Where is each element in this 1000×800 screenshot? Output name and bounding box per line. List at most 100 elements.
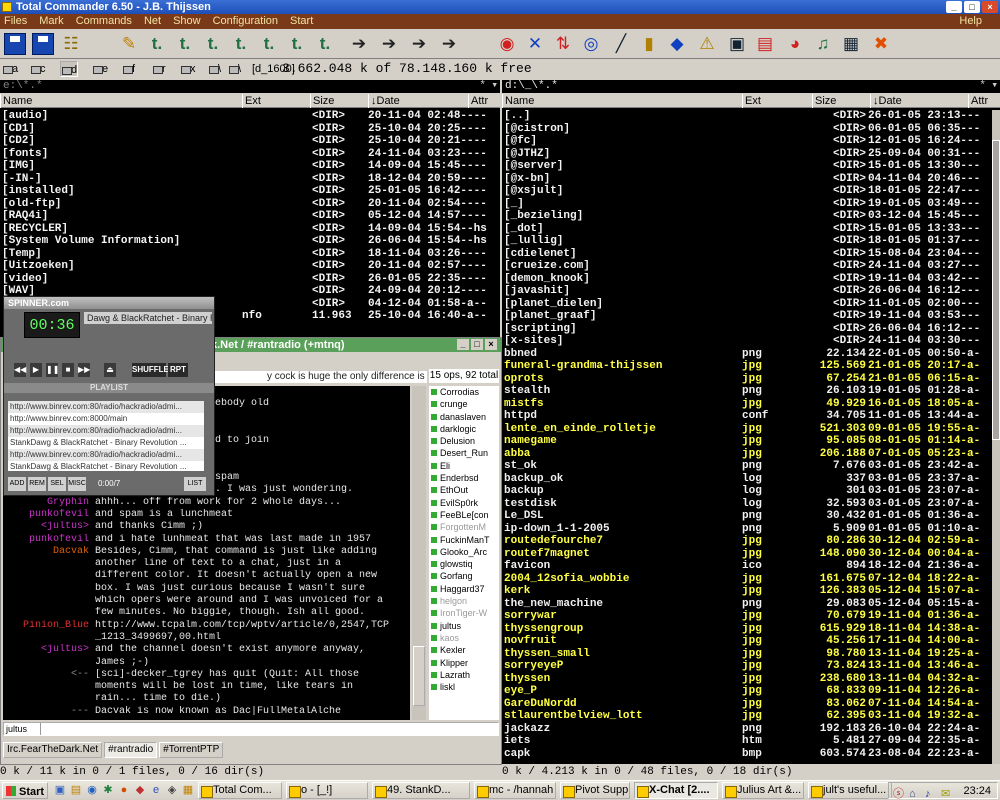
drive-e-button[interactable]: e <box>92 61 108 77</box>
file-row[interactable]: oprots jpg 67.254 21-01-05 06:15-a- <box>502 373 1000 386</box>
user-item[interactable]: Kexler <box>429 644 499 656</box>
ie-icon[interactable]: e <box>150 784 162 796</box>
file-row[interactable]: [planet_dielen] <DIR> 11-01-05 02:00--- <box>502 298 1000 311</box>
taskbar-button[interactable]: o - [_!] <box>286 782 368 799</box>
history-star-icon[interactable]: * <box>479 80 486 93</box>
user-item[interactable]: Corrodias <box>429 386 499 398</box>
taskbar-button[interactable]: Julius Art &... <box>722 782 804 799</box>
chat-nick[interactable]: <jultus> <box>3 644 89 656</box>
file-row[interactable]: [Temp] <DIR> 18-11-04 03:26---- <box>0 248 500 261</box>
drive-root-button[interactable]: \ <box>208 61 221 77</box>
close-button[interactable]: × <box>485 339 497 350</box>
user-item[interactable]: Eli <box>429 460 499 472</box>
col-ext[interactable]: Ext <box>742 94 812 108</box>
file-row[interactable]: mistfs jpg 49.929 16-01-05 18:05-a- <box>502 398 1000 411</box>
user-item[interactable]: glowstiq <box>429 558 499 570</box>
drive-d-button[interactable]: d <box>60 61 79 77</box>
menu-net[interactable]: Net <box>144 14 161 29</box>
drive-r-button[interactable]: r <box>152 61 166 77</box>
file-row[interactable]: testdisk log 32.593 03-01-05 23:07-a- <box>502 498 1000 511</box>
tray-volume-icon[interactable]: ♪ <box>925 785 931 800</box>
back-icon[interactable]: t. <box>230 32 252 56</box>
user-item[interactable]: helgon <box>429 595 499 607</box>
file-row[interactable]: [_dot] <DIR> 15-01-05 13:33--- <box>502 223 1000 236</box>
user-item[interactable]: FuckinManT <box>429 534 499 546</box>
file-row[interactable]: [@JTHZ] <DIR> 25-09-04 00:31--- <box>502 148 1000 161</box>
chat-nick[interactable]: <jultus> <box>3 521 89 533</box>
refresh-icon[interactable]: ◉ <box>496 32 518 56</box>
col-date[interactable]: ↓Date <box>870 94 968 108</box>
chat-nick[interactable]: <-- <box>3 669 89 681</box>
stop-icon[interactable]: ■ <box>62 363 74 377</box>
arrow-right-icon[interactable]: ➔ <box>348 32 370 56</box>
back-icon[interactable]: t. <box>286 32 308 56</box>
channel-tab[interactable]: #TorrentPTP <box>159 742 224 758</box>
user-item[interactable]: Klipper <box>429 657 499 669</box>
file-row[interactable]: sorryeyeP jpg 73.824 13-11-04 13:46-a- <box>502 660 1000 673</box>
back-icon[interactable]: t. <box>258 32 280 56</box>
play-icon[interactable]: ▶ <box>30 363 42 377</box>
right-scrollbar[interactable] <box>992 110 1000 764</box>
playlist-item[interactable]: http://www.binrev.com:80/radio/hackradio… <box>8 401 204 413</box>
misc-button[interactable]: MISC <box>68 477 86 491</box>
drive-up-button[interactable]: \ <box>228 61 241 77</box>
playlist-item[interactable]: http://www.binrev.com:80/radio/hackradio… <box>8 425 204 437</box>
file-row[interactable]: routedefourche7 jpg 80.286 30-12-04 02:59-a… <box>502 535 1000 548</box>
menu-configuration[interactable]: Configuration <box>213 14 278 29</box>
col-attr[interactable]: Attr <box>468 94 500 108</box>
chat-nick[interactable]: Gryphin <box>3 497 89 509</box>
film-icon[interactable]: ▦ <box>840 32 862 56</box>
cross-icon[interactable]: ✖ <box>870 32 892 56</box>
drive-c-button[interactable]: c <box>30 61 46 77</box>
file-row[interactable]: novfruit jpg 45.256 17-11-04 14:00-a- <box>502 635 1000 648</box>
file-row[interactable]: jackazz png 192.183 26-10-04 22:24-a- <box>502 723 1000 736</box>
right-file-panel[interactable]: Name Ext Size ↓Date Attr [..] <DIR> 26-01-… <box>502 94 1000 764</box>
file-row[interactable]: kerk jpg 126.383 05-12-04 15:07-a- <box>502 585 1000 598</box>
user-item[interactable]: Gorfang <box>429 570 499 582</box>
user-item[interactable]: Delusion <box>429 435 499 447</box>
history-star-icon[interactable]: * <box>979 80 986 93</box>
file-row[interactable]: [scripting] <DIR> 26-06-04 16:12--- <box>502 323 1000 336</box>
menu-commands[interactable]: Commands <box>76 14 132 29</box>
file-row[interactable]: [cdielenet] <DIR> 15-08-04 23:04--- <box>502 248 1000 261</box>
file-row[interactable]: abba jpg 206.188 07-01-05 05:23-a- <box>502 448 1000 461</box>
file-row[interactable]: lente_en_einde_rolletje jpg 521.303 09-01-0… <box>502 423 1000 436</box>
file-row[interactable]: [_bezieling] <DIR> 03-12-04 15:45--- <box>502 210 1000 223</box>
file-row[interactable]: [@server] <DIR> 15-01-05 13:30--- <box>502 160 1000 173</box>
file-row[interactable]: [@x-bn] <DIR> 04-11-04 20:46--- <box>502 173 1000 186</box>
file-row[interactable]: GareDuNordd jpg 83.062 07-11-04 14:54-a- <box>502 698 1000 711</box>
user-item[interactable]: Haggard37 <box>429 583 499 595</box>
chat-nick[interactable]: punkofevil <box>3 509 89 521</box>
browser-icon[interactable]: ● <box>118 784 130 796</box>
user-item[interactable]: Glooko_Arc <box>429 546 499 558</box>
taskbar-button[interactable]: 49. StankD... <box>372 782 470 799</box>
scroll-thumb[interactable] <box>413 646 425 706</box>
minimize-button[interactable]: _ <box>457 339 469 350</box>
wand-icon[interactable]: ╱ <box>610 32 632 56</box>
shuffle-button[interactable]: SHUFFLE <box>132 363 169 377</box>
file-row[interactable]: [@fc] <DIR> 12-01-05 16:24--- <box>502 135 1000 148</box>
user-item[interactable]: kaos <box>429 632 499 644</box>
user-list[interactable]: Corrodias crunge danaslaven darklogic Delusi… <box>429 386 499 720</box>
back-icon[interactable]: t. <box>174 32 196 56</box>
tool-icon[interactable]: ◈ <box>166 784 178 796</box>
col-name[interactable]: Name <box>0 94 242 108</box>
start-button[interactable]: Start <box>2 782 48 799</box>
network-icon[interactable]: ◆ <box>666 32 688 56</box>
file-row[interactable]: iets htm 5.481 27-09-04 22:35-a- <box>502 735 1000 748</box>
channel-tab[interactable]: Irc.FearTheDark.Net <box>3 742 103 758</box>
chat-nick[interactable]: Pinion_Blue <box>3 620 89 632</box>
file-row[interactable]: [-IN-] <DIR> 18-12-04 20:59---- <box>0 173 500 186</box>
chat-scrollbar[interactable] <box>412 386 426 720</box>
user-item[interactable]: danaslaven <box>429 411 499 423</box>
file-row[interactable]: [CD2] <DIR> 25-10-04 20:21---- <box>0 135 500 148</box>
back-icon[interactable]: t. <box>314 32 336 56</box>
user-item[interactable]: darklogic <box>429 423 499 435</box>
maximize-button[interactable]: □ <box>471 339 483 350</box>
drive-f-button[interactable]: f <box>122 61 135 77</box>
file-row[interactable]: the_new_machine png 29.083 05-12-04 05:15-a… <box>502 598 1000 611</box>
user-item[interactable]: Desert_Run <box>429 447 499 459</box>
file-row[interactable]: [planet_graaf] <DIR> 19-11-04 03:53--- <box>502 310 1000 323</box>
file-row[interactable]: [old-ftp] <DIR> 20-11-04 02:54---- <box>0 198 500 211</box>
file-row[interactable]: st_ok png 7.676 03-01-05 23:42-a- <box>502 460 1000 473</box>
